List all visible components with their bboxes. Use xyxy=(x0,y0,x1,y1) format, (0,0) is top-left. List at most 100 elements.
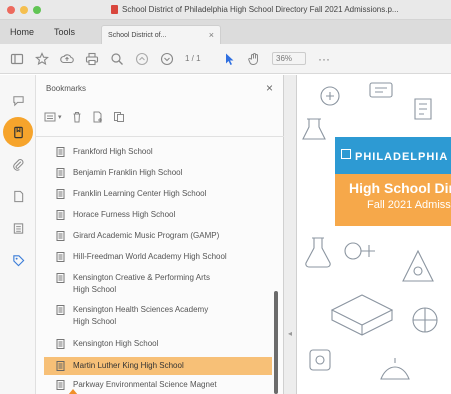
zoom-dropdown[interactable]: 36% xyxy=(272,52,306,65)
doodle-icon xyxy=(405,300,445,342)
minimize-window-button[interactable] xyxy=(20,5,28,14)
title-bar: School District of Philadelphia High Sch… xyxy=(0,0,451,20)
bookmark-item[interactable]: Franklin Learning Center High School xyxy=(44,188,272,200)
bookmarks-toolbar: ▾ xyxy=(44,111,125,123)
new-bookmark-icon[interactable] xyxy=(92,111,104,123)
doodle-icon xyxy=(409,95,437,125)
bookmark-label: Kensington High School xyxy=(73,339,159,348)
bookmark-item[interactable]: Benjamin Franklin High School xyxy=(44,167,272,179)
bookmark-item[interactable]: Girard Academic Music Program (GAMP) xyxy=(44,230,272,242)
left-tool-rail xyxy=(0,75,36,394)
window-title: School District of Philadelphia High Sch… xyxy=(121,5,399,14)
page-down-icon[interactable] xyxy=(160,52,174,66)
collapse-panel-icon[interactable]: ◂ xyxy=(288,329,292,338)
tab-home[interactable]: Home xyxy=(0,27,44,44)
close-panel-icon[interactable]: × xyxy=(266,81,273,95)
bookmark-page-icon xyxy=(56,252,65,262)
doodle-icon xyxy=(301,235,335,273)
document-tab[interactable]: School District of... × xyxy=(101,25,222,44)
hand-icon[interactable] xyxy=(247,52,261,66)
bookmarks-panel-title: Bookmarks xyxy=(46,84,87,93)
doodle-icon xyxy=(299,115,329,147)
pointer-icon[interactable] xyxy=(222,52,236,66)
bookmark-options-icon[interactable] xyxy=(44,111,56,123)
cover-brand: PHILADELPHIA xyxy=(355,151,449,163)
bookmark-item[interactable]: Kensington High School xyxy=(44,338,272,350)
delete-icon[interactable] xyxy=(71,111,83,123)
bookmark-item[interactable]: Parkway Environmental Science Magnet xyxy=(44,379,272,391)
zoom-window-button[interactable] xyxy=(33,5,41,14)
bookmark-label-line2: High School xyxy=(73,285,117,294)
doodle-icon xyxy=(393,241,443,293)
bookmark-item-selected[interactable]: Martin Luther King High School xyxy=(44,357,272,375)
bookmark-page-icon xyxy=(56,361,65,371)
pointer-arrow-icon xyxy=(68,389,78,394)
bookmark-page-icon xyxy=(56,147,65,157)
tab-tools[interactable]: Tools xyxy=(44,27,85,44)
bookmark-page-icon xyxy=(56,380,65,390)
pdf-file-icon xyxy=(111,5,118,14)
bookmark-label: Martin Luther King High School xyxy=(73,361,184,370)
bookmark-page-icon xyxy=(56,210,65,220)
zoom-icon[interactable] xyxy=(110,52,124,66)
bookmark-panel-button[interactable] xyxy=(3,117,33,147)
bookmark-label: Parkway Environmental Science Magnet xyxy=(73,380,217,389)
window-controls xyxy=(7,5,41,14)
bookmark-label: Horace Furness High School xyxy=(73,210,176,219)
comment-icon[interactable] xyxy=(9,91,27,109)
bookmark-label: Frankford High School xyxy=(73,147,153,156)
bookmark-label: Kensington Creative & Performing Arts xyxy=(73,273,210,282)
close-tab-icon[interactable]: × xyxy=(209,30,214,40)
bookmark-label-line2: High School xyxy=(73,317,117,326)
upload-icon[interactable] xyxy=(60,52,74,66)
panel-divider xyxy=(36,136,284,137)
tag-icon[interactable] xyxy=(9,251,27,269)
document-tab-label: School District of... xyxy=(108,31,167,39)
tab-row: Home Tools School District of... × xyxy=(0,20,451,44)
bookmark-label-wrap: Kensington Health Sciences Academy High S… xyxy=(73,304,208,328)
chevron-down-icon[interactable]: ▾ xyxy=(58,113,62,121)
close-window-button[interactable] xyxy=(7,5,15,14)
cover-title: High School Directory xyxy=(349,180,451,196)
sidebar-toggle-icon[interactable] xyxy=(10,52,24,66)
doodle-icon xyxy=(327,280,397,342)
bookmarks-scrollbar[interactable] xyxy=(274,291,278,394)
more-icon[interactable]: ··· xyxy=(317,52,331,66)
page-thumbnails-icon[interactable] xyxy=(9,187,27,205)
bookmark-page-icon xyxy=(56,168,65,178)
district-logo-icon xyxy=(341,149,351,159)
bookmark-item[interactable]: Frankford High School xyxy=(44,146,272,158)
bookmark-label: Kensington Health Sciences Academy xyxy=(73,305,209,314)
bookmark-item[interactable]: Kensington Creative & Performing Arts Hig… xyxy=(44,272,272,296)
bookmark-label: Hill-Freedman World Academy High School xyxy=(73,252,227,261)
cover-subtitle: Fall 2021 Admissions xyxy=(367,199,451,211)
bookmarks-panel: Bookmarks × ▾ Frankford High School Benj… xyxy=(36,75,284,394)
bookmark-item[interactable]: Horace Furness High School xyxy=(44,209,272,221)
toolbar: 1 / 1 36% ··· xyxy=(0,44,451,74)
bookmark-label: Franklin Learning Center High School xyxy=(73,189,207,198)
bookmark-page-icon xyxy=(56,231,65,241)
doodle-icon xyxy=(305,345,335,377)
attachment-icon[interactable] xyxy=(9,155,27,173)
doodle-icon xyxy=(367,79,397,103)
page-indicator[interactable]: 1 / 1 xyxy=(185,54,211,63)
bookmark-page-icon xyxy=(56,189,65,199)
doodle-icon xyxy=(341,235,381,267)
bookmark-page-icon xyxy=(56,339,65,349)
star-icon[interactable] xyxy=(35,51,49,66)
print-icon[interactable] xyxy=(85,52,99,66)
bookmark-label: Girard Academic Music Program (GAMP) xyxy=(73,231,220,240)
page-up-icon[interactable] xyxy=(135,52,149,66)
bookmark-icon xyxy=(13,126,23,138)
doodle-icon xyxy=(377,355,413,387)
bookmark-page-icon xyxy=(56,305,65,315)
bookmark-label: Benjamin Franklin High School xyxy=(73,168,183,177)
bookmark-item[interactable]: Hill-Freedman World Academy High School xyxy=(44,251,272,263)
expand-bookmark-icon[interactable] xyxy=(113,111,125,123)
bookmark-page-icon xyxy=(56,273,65,283)
layers-icon[interactable] xyxy=(9,219,27,237)
bookmark-item[interactable]: Kensington Health Sciences Academy High S… xyxy=(44,304,272,328)
doodle-icon xyxy=(317,83,343,111)
document-view[interactable]: PHILADELPHIA High School Directory Fall … xyxy=(297,75,451,394)
panel-splitter[interactable]: ◂ xyxy=(284,75,297,394)
